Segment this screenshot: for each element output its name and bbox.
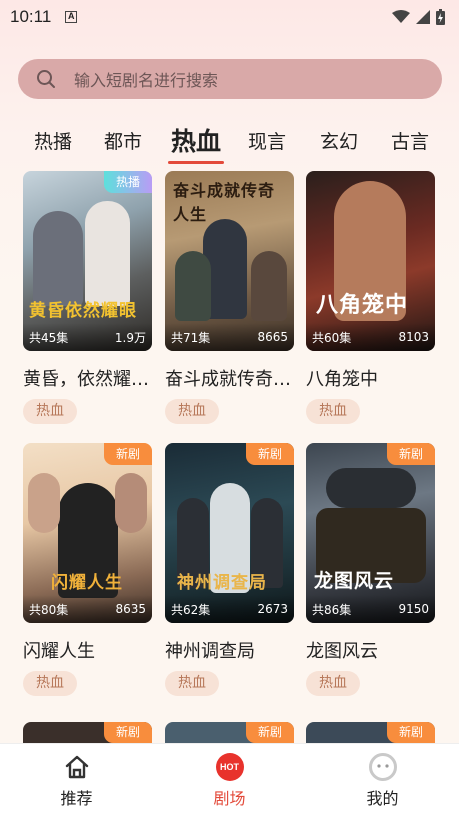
nav-item-theater[interactable]: HOT 剧场: [153, 744, 306, 816]
genre-tag: 热血: [23, 399, 77, 424]
poster-title: 闪耀人生: [51, 573, 123, 593]
profile-icon: [368, 753, 397, 781]
nav-label: 推荐: [60, 789, 93, 808]
battery-icon: [436, 9, 445, 25]
genre-tag: 热血: [165, 399, 219, 424]
new-badge: 新剧: [103, 722, 152, 743]
active-tab-indicator: [168, 161, 224, 164]
card-title[interactable]: 闪耀人生: [23, 637, 152, 663]
view-count: 9150: [398, 602, 429, 616]
status-time: 10:11: [10, 7, 52, 26]
hot-badge: 热播: [103, 171, 152, 193]
view-count: 2673: [257, 602, 288, 616]
poster-image[interactable]: 奋斗成就传奇人生 共71集 8665: [165, 171, 294, 351]
poster-title: 黄昏依然耀眼: [29, 301, 137, 321]
drama-card[interactable]: 新剧 闪耀人生 共80集 8635 闪耀人生 热血: [23, 443, 152, 696]
tab-rexue[interactable]: 热血: [171, 122, 221, 158]
poster-image[interactable]: 新剧: [165, 722, 294, 743]
view-count: 8635: [115, 602, 146, 616]
episode-count: 共86集: [312, 602, 352, 617]
poster-image[interactable]: 新剧: [23, 722, 152, 743]
view-count: 8665: [257, 330, 288, 344]
search-icon: [37, 70, 55, 88]
genre-tag: 热血: [306, 399, 360, 424]
drama-card[interactable]: 新剧 龙图风云 共86集 9150 龙图风云 热血: [306, 443, 435, 696]
status-icons: [392, 9, 445, 25]
poster-meta: 共45集 1.9万: [23, 323, 152, 351]
poster-title: 神州调查局: [177, 573, 267, 593]
wifi-icon: [392, 10, 410, 23]
tab-guyan[interactable]: 古言: [391, 127, 429, 154]
new-badge: 新剧: [103, 443, 152, 465]
tab-xianyan[interactable]: 现言: [248, 127, 286, 154]
poster-image[interactable]: 新剧: [306, 722, 435, 743]
genre-tag: 热血: [306, 671, 360, 696]
new-badge: 新剧: [245, 443, 294, 465]
bottom-nav: 推荐 HOT 剧场 我的: [0, 743, 459, 816]
episode-count: 共80集: [29, 602, 69, 617]
poster-image[interactable]: 热播 黄昏依然耀眼 共45集 1.9万: [23, 171, 152, 351]
status-bar: 10:11 A: [0, 0, 459, 34]
card-title[interactable]: 神州调查局: [165, 637, 294, 663]
search-input[interactable]: 输入短剧名进行搜索: [18, 59, 442, 99]
drama-card[interactable]: 新剧 神州调查局 共62集 2673 神州调查局 热血: [165, 443, 294, 696]
card-title[interactable]: 黄昏，依然耀…: [23, 365, 152, 391]
episode-count: 共60集: [312, 330, 352, 345]
episode-count: 共62集: [171, 602, 211, 617]
new-badge: 新剧: [245, 722, 294, 743]
poster-meta: 共60集 8103: [306, 323, 435, 351]
poster-image[interactable]: 新剧 龙图风云 共86集 9150: [306, 443, 435, 623]
view-count: 8103: [398, 330, 429, 344]
card-title[interactable]: 奋斗成就传奇…: [165, 365, 294, 391]
episode-count: 共45集: [29, 330, 69, 345]
drama-card[interactable]: 奋斗成就传奇人生 共71集 8665 奋斗成就传奇… 热血: [165, 171, 294, 424]
poster-image[interactable]: 新剧 闪耀人生 共80集 8635: [23, 443, 152, 623]
poster-title: 奋斗成就传奇人生: [173, 181, 276, 224]
genre-tag: 热血: [165, 671, 219, 696]
poster-meta: 共71集 8665: [165, 323, 294, 351]
new-badge: 新剧: [386, 722, 435, 743]
genre-tag: 热血: [23, 671, 77, 696]
poster-meta: 共86集 9150: [306, 595, 435, 623]
hot-icon: HOT: [215, 753, 244, 781]
tab-xuanhuan[interactable]: 玄幻: [320, 127, 358, 154]
notification-icon: A: [65, 11, 78, 23]
signal-icon: [416, 10, 430, 24]
card-title[interactable]: 龙图风云: [306, 637, 435, 663]
drama-card[interactable]: 八角笼中 共60集 8103 八角笼中 热血: [306, 171, 435, 424]
category-tabs: 热播 都市 热血 现言 玄幻 古言: [0, 118, 459, 164]
poster-meta: 共62集 2673: [165, 595, 294, 623]
poster-image[interactable]: 新剧 神州调查局 共62集 2673: [165, 443, 294, 623]
nav-item-recommend[interactable]: 推荐: [0, 744, 153, 816]
nav-label: 剧场: [213, 789, 246, 808]
tab-rebo[interactable]: 热播: [34, 127, 72, 154]
new-badge: 新剧: [386, 443, 435, 465]
poster-title: 龙图风云: [314, 570, 395, 592]
search-placeholder: 输入短剧名进行搜索: [74, 71, 219, 90]
poster-meta: 共80集 8635: [23, 595, 152, 623]
tab-dushi[interactable]: 都市: [104, 127, 142, 154]
episode-count: 共71集: [171, 330, 211, 345]
card-title[interactable]: 八角笼中: [306, 365, 435, 391]
view-count: 1.9万: [114, 330, 146, 345]
home-icon: [65, 755, 88, 779]
nav-label: 我的: [366, 789, 399, 808]
nav-item-profile[interactable]: 我的: [306, 744, 459, 816]
poster-title: 八角笼中: [316, 292, 409, 318]
drama-card[interactable]: 热播 黄昏依然耀眼 共45集 1.9万 黄昏，依然耀… 热血: [23, 171, 152, 424]
poster-image[interactable]: 八角笼中 共60集 8103: [306, 171, 435, 351]
